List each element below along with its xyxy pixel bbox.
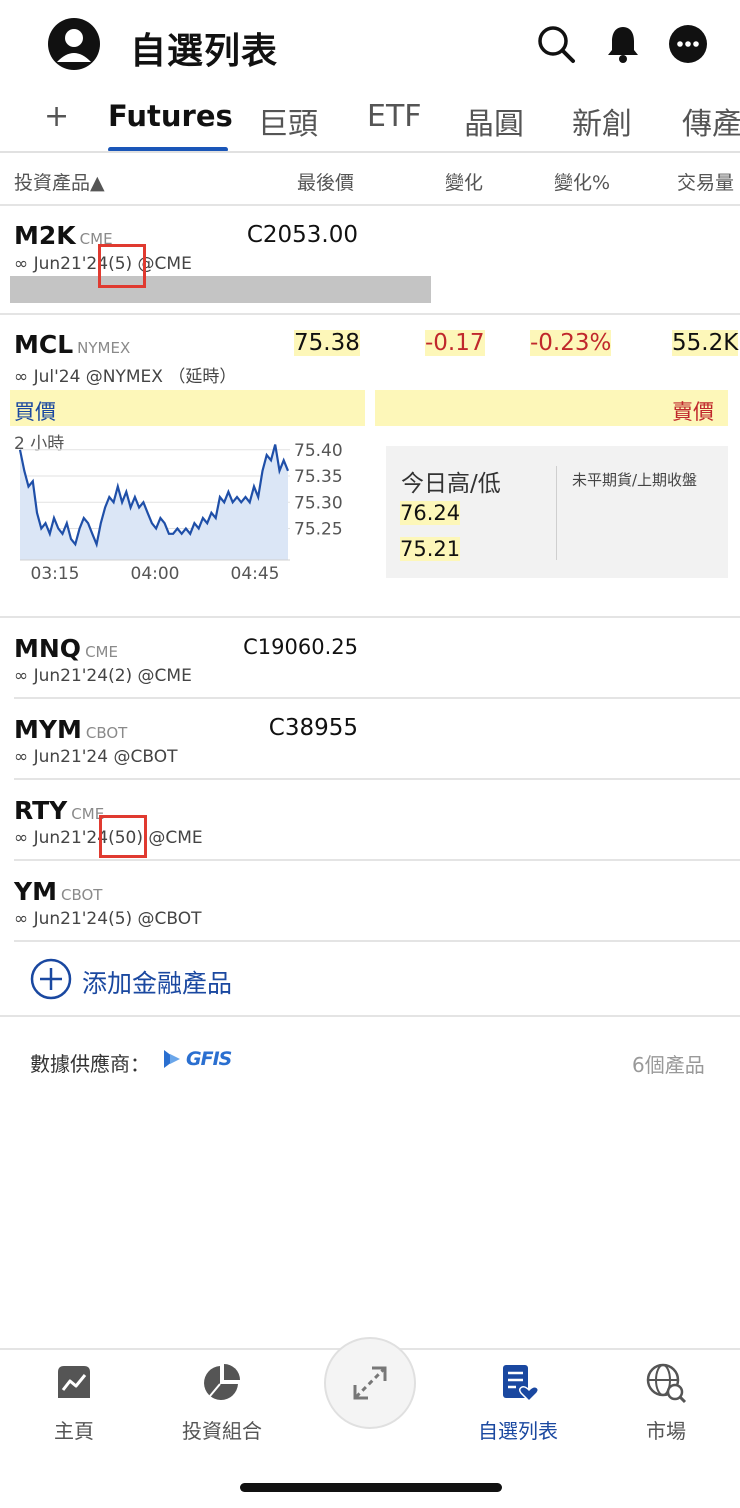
intraday-chart[interactable]: 2 小時 75.40 75.35 75.30 75.25 03:15 04:00 04:45 — [0, 430, 370, 590]
tab-wafer[interactable]: 晶圓 — [464, 99, 524, 143]
column-change-pct[interactable]: 變化% — [554, 168, 610, 195]
annotation-box — [99, 815, 147, 858]
x-tick-label: 04:45 — [231, 564, 280, 584]
divider — [0, 1015, 740, 1017]
last-price: C19060.25 — [243, 635, 358, 659]
contract-info: ∞ Jun21'24(5) @CBOT — [14, 909, 202, 929]
tab-traditional[interactable]: 傳產 — [682, 99, 740, 143]
divider — [14, 697, 740, 699]
symbol: RTY CME — [14, 796, 105, 825]
column-product[interactable]: 投資產品▲ — [14, 168, 105, 195]
panel-divider — [556, 466, 557, 560]
provider-label: 數據供應商： — [30, 1052, 150, 1076]
bell-icon[interactable] — [603, 24, 643, 64]
placeholder-bar — [10, 276, 431, 303]
tab-futures[interactable]: Futures — [108, 99, 233, 133]
home-indicator — [240, 1483, 502, 1492]
last-price: C2053.00 — [246, 222, 358, 248]
tab-add[interactable]: + — [44, 99, 69, 134]
volume: 55.2K — [672, 330, 739, 356]
last-price: C38955 — [268, 715, 358, 741]
symbol: YM CBOT — [14, 877, 103, 906]
nav-home[interactable] — [14, 1362, 134, 1406]
divider — [14, 778, 740, 780]
y-tick-label: 75.25 — [294, 520, 343, 540]
column-last[interactable]: 最後價 — [297, 168, 354, 195]
change-pct: -0.23% — [530, 330, 612, 356]
nav-watchlist[interactable] — [458, 1362, 578, 1406]
product-count: 6個產品 — [632, 1053, 705, 1077]
contract-info: ∞ Jun21'24 @CBOT — [14, 747, 178, 767]
search-icon[interactable] — [536, 24, 576, 64]
last-price: 75.38 — [294, 330, 360, 356]
tab-etf[interactable]: ETF — [367, 99, 422, 134]
y-tick-label: 75.40 — [294, 441, 343, 461]
fab-button[interactable] — [324, 1337, 416, 1429]
add-product-button[interactable] — [30, 958, 72, 1004]
chart-period-label: 2 小時 — [14, 434, 64, 454]
plus-circle-icon — [30, 958, 72, 1000]
tab-startup[interactable]: 新創 — [572, 99, 632, 143]
nav-home-label[interactable]: 主頁 — [14, 1415, 134, 1444]
bid-label: 買價 — [14, 400, 56, 424]
x-tick-label: 04:00 — [131, 564, 180, 584]
more-icon[interactable] — [668, 24, 708, 64]
header: 自選列表 — [0, 0, 740, 90]
bid-bar[interactable] — [10, 390, 365, 426]
ask-label: 賣價 — [672, 400, 714, 424]
add-product-label[interactable]: 添加金融產品 — [82, 964, 232, 1000]
column-volume[interactable]: 交易量 — [677, 168, 734, 195]
divider — [14, 859, 740, 861]
annotation-box — [98, 244, 146, 288]
symbol: MNQ CME — [14, 634, 118, 663]
home-chart-icon — [58, 1366, 90, 1398]
pie-chart-icon — [204, 1364, 240, 1400]
nav-portfolio-label[interactable]: 投資組合 — [162, 1415, 282, 1444]
divider — [0, 313, 740, 315]
symbol: MYM CBOT — [14, 715, 128, 744]
y-tick-label: 75.35 — [294, 467, 343, 487]
divider — [14, 940, 740, 942]
page-title: 自選列表 — [130, 31, 279, 72]
day-range-label: 今日高/低 — [401, 471, 501, 497]
divider — [0, 616, 740, 618]
nav-market-label[interactable]: 市場 — [606, 1415, 726, 1444]
gfis-logo-icon — [164, 1050, 180, 1068]
nav-watchlist-label[interactable]: 自選列表 — [458, 1415, 578, 1444]
change: -0.17 — [425, 330, 485, 356]
tab-bar: + Futures 巨頭 ETF 晶圓 新創 傳產 — [0, 95, 740, 153]
contract-info: ∞ Jul'24 @NYMEX （延時） — [14, 367, 237, 387]
day-low: 75.21 — [400, 537, 461, 561]
gfis-logo: GFIS — [162, 1047, 232, 1071]
nav-portfolio[interactable] — [162, 1362, 282, 1406]
open-interest-label: 未平期貨/上期收盤 — [572, 471, 698, 489]
nav-market[interactable] — [606, 1362, 726, 1408]
tab-giants[interactable]: 巨頭 — [258, 99, 318, 143]
column-change[interactable]: 變化 — [445, 168, 483, 195]
contract-info: ∞ Jun21'24(2) @CME — [14, 666, 192, 686]
y-tick-label: 75.30 — [294, 493, 343, 513]
symbol: MCL NYMEX — [14, 330, 131, 359]
day-high: 76.24 — [400, 501, 461, 525]
watchlist-icon — [503, 1365, 540, 1403]
x-tick-label: 03:15 — [31, 564, 80, 584]
active-tab-indicator — [108, 147, 228, 151]
avatar-icon[interactable] — [48, 18, 100, 70]
divider — [0, 204, 740, 206]
expand-arrows-icon — [353, 1366, 387, 1400]
globe-search-icon — [646, 1363, 687, 1404]
